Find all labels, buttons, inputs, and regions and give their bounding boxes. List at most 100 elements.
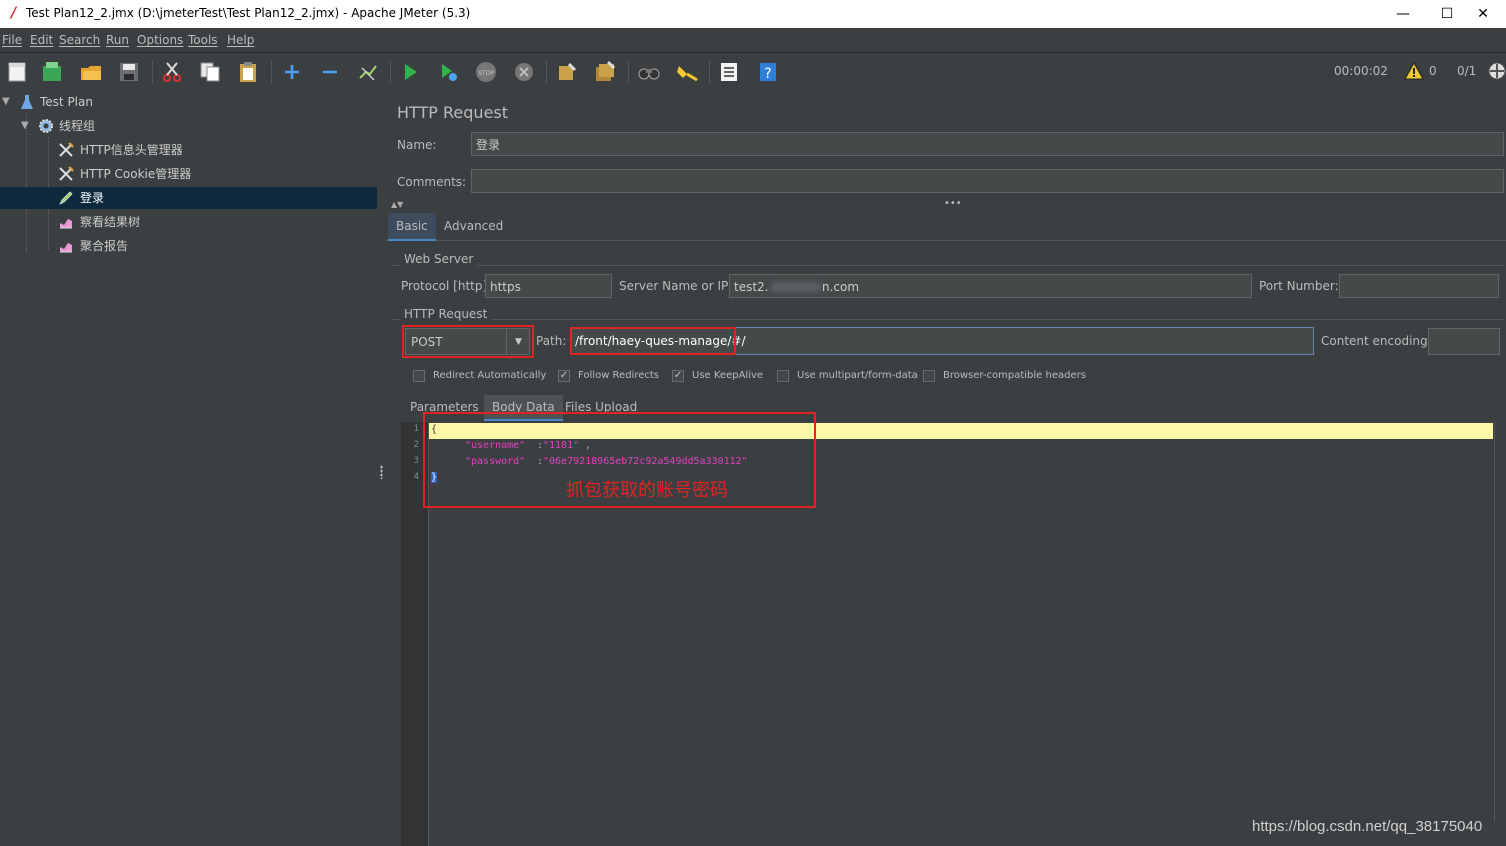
window-title-bar: Test Plan12_2.jmx (D:\jmeterTest\Test Pl… <box>0 0 1506 28</box>
svg-text:?: ? <box>764 66 771 82</box>
drag-handle-icon[interactable]: ••• <box>944 198 962 209</box>
tree-node-aggregate-report[interactable]: 聚合报告 <box>0 235 377 257</box>
elapsed-timer: 00:00:02 <box>1334 64 1388 78</box>
checkbox-label: Use KeepAlive <box>692 370 764 381</box>
tree-label: Test Plan <box>40 95 93 109</box>
tree-label: 察看结果树 <box>80 215 141 229</box>
protocol-label: Protocol [http]: <box>401 279 492 293</box>
redirect-automatically-checkbox[interactable] <box>413 370 425 382</box>
editor-scrollbar[interactable] <box>1494 422 1505 822</box>
use-keepalive-checkbox[interactable]: ✓ <box>672 370 684 382</box>
new-icon[interactable] <box>5 60 29 84</box>
protocol-field[interactable]: https <box>485 274 612 298</box>
tree-node-cookie-manager[interactable]: HTTP Cookie管理器 <box>0 163 377 185</box>
close-button[interactable]: ✕ <box>1460 0 1506 28</box>
minimize-button[interactable]: — <box>1380 0 1426 28</box>
method-value: POST <box>411 335 443 349</box>
search-binoculars-icon[interactable] <box>637 60 661 84</box>
start-no-timers-icon[interactable] <box>436 60 460 84</box>
comments-label: Comments: <box>397 175 467 189</box>
split-pane-divider[interactable] <box>377 91 386 846</box>
checkbox-label: Redirect Automatically <box>433 370 547 381</box>
method-select[interactable]: POST ▼ <box>405 328 530 355</box>
toggle-icon[interactable] <box>356 60 380 84</box>
web-server-group-border <box>392 265 1504 266</box>
use-multipart-checkbox[interactable] <box>777 370 789 382</box>
menu-run[interactable]: Run <box>106 33 129 47</box>
watermark-text: https://blog.csdn.net/qq_38175040 <box>1252 818 1483 835</box>
line-number: 3 <box>413 456 419 466</box>
chart-icon <box>60 219 72 229</box>
tree-node-results-tree[interactable]: 察看结果树 <box>0 211 377 233</box>
chevron-down-icon[interactable]: ▼ <box>2 91 10 113</box>
cut-icon[interactable] <box>160 60 184 84</box>
gear-icon <box>39 119 53 133</box>
panel-title: HTTP Request <box>397 103 509 122</box>
name-field[interactable]: 登录 <box>471 132 1504 156</box>
server-value-end: n.com <box>822 280 860 294</box>
tree-label: HTTP Cookie管理器 <box>80 167 192 181</box>
checkbox-label: Use multipart/form-data <box>797 370 918 381</box>
tree-label: 聚合报告 <box>80 239 129 253</box>
tree-node-thread-group[interactable]: ▼ 线程组 <box>0 115 377 137</box>
remote-status-icon <box>1488 62 1506 80</box>
help-icon[interactable]: ? <box>756 60 780 84</box>
shutdown-icon[interactable] <box>512 60 536 84</box>
tab-strip: Basic Advanced <box>386 213 1506 241</box>
tab-advanced[interactable]: Advanced <box>436 213 511 239</box>
line-number: 4 <box>413 472 419 482</box>
name-label: Name: <box>397 138 437 152</box>
reset-search-icon[interactable] <box>675 60 699 84</box>
menu-tools[interactable]: Tools <box>188 33 218 47</box>
menu-search[interactable]: Search <box>59 33 100 47</box>
chevron-down-icon[interactable]: ▼ <box>21 115 29 137</box>
save-icon[interactable] <box>117 60 141 84</box>
wrench-icon <box>59 166 74 181</box>
menu-edit[interactable]: Edit <box>30 33 53 47</box>
tree-node-header-manager[interactable]: HTTP信息头管理器 <box>0 139 377 161</box>
expand-all-icon[interactable] <box>280 60 304 84</box>
tree-label: 线程组 <box>59 119 96 133</box>
tab-basic[interactable]: Basic <box>388 213 436 241</box>
jmeter-feather-icon <box>10 6 17 19</box>
open-icon[interactable] <box>79 60 103 84</box>
start-icon[interactable] <box>398 60 422 84</box>
collapse-arrows-icon[interactable]: ▲▼ <box>391 200 403 209</box>
toolbar-separator <box>390 61 391 83</box>
copy-icon[interactable] <box>198 60 222 84</box>
function-helper-icon[interactable] <box>717 60 741 84</box>
clear-icon[interactable] <box>555 60 579 84</box>
comments-field[interactable] <box>471 169 1504 193</box>
http-request-title: HTTP Request <box>400 307 492 321</box>
port-field[interactable] <box>1339 274 1499 298</box>
test-plan-icon <box>21 95 33 109</box>
warning-icon[interactable] <box>1404 61 1424 81</box>
follow-redirects-checkbox[interactable]: ✓ <box>558 370 570 382</box>
toolbar-separator <box>546 61 547 83</box>
line-number: 1 <box>413 424 419 434</box>
splitter-grip-icon[interactable] <box>380 465 383 479</box>
server-value-start: test2. <box>734 280 769 294</box>
encoding-field[interactable] <box>1428 328 1500 355</box>
body-data-editor[interactable]: 1 2 3 4 { "username" : "1181" , "passwor… <box>401 412 1493 846</box>
clear-all-icon[interactable] <box>593 60 617 84</box>
menu-options[interactable]: Options <box>137 33 183 47</box>
stop-icon[interactable]: STOP <box>474 60 498 84</box>
menu-bar: File Edit Search Run Options Tools Help <box>0 28 1506 53</box>
menu-file[interactable]: File <box>2 33 22 47</box>
window-title: Test Plan12_2.jmx (D:\jmeterTest\Test Pl… <box>26 6 471 20</box>
test-plan-tree: ▼ Test Plan ▼ 线程组 HTTP信息头管理器 HTTP Cookie… <box>0 91 378 846</box>
templates-icon[interactable] <box>40 60 64 84</box>
warning-count: 0 <box>1429 64 1437 78</box>
browser-compatible-headers-checkbox[interactable] <box>923 370 935 382</box>
server-label: Server Name or IP: <box>619 279 733 293</box>
annotation-text: 抓包获取的账号密码 <box>566 480 728 501</box>
chevron-down-icon[interactable]: ▼ <box>506 329 530 354</box>
menu-help[interactable]: Help <box>227 33 254 47</box>
collapse-all-icon[interactable] <box>318 60 342 84</box>
paste-icon[interactable] <box>236 60 260 84</box>
tree-node-login-sampler[interactable]: 登录 <box>0 187 377 209</box>
tree-node-test-plan[interactable]: ▼ Test Plan <box>0 91 377 113</box>
path-label: Path: <box>536 334 567 348</box>
server-field[interactable]: test2. n.com <box>729 274 1252 298</box>
